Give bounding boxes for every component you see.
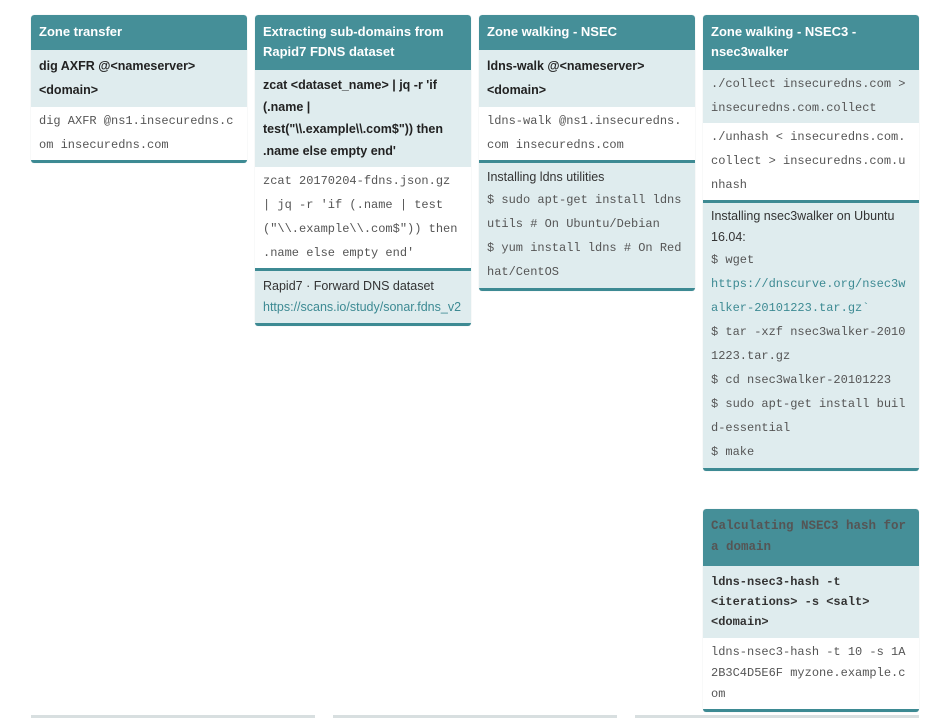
command-syntax: dig AXFR @<nameserver> <domain>: [31, 50, 247, 107]
install-section: Installing nsec3walker on Ubuntu 16.04: …: [703, 203, 919, 468]
command-syntax: zcat <dataset_name> | jq -r 'if (.name |…: [255, 70, 471, 167]
card-title: Zone transfer: [31, 15, 247, 50]
install-section: Installing ldns utilities $ sudo apt-get…: [479, 163, 695, 288]
cd-cmd: $ cd nsec3walker-20101223: [711, 373, 892, 387]
wget-cmd: $ wget: [711, 253, 755, 267]
source-section: Rapid7 · Forward DNS dataset https://sca…: [255, 271, 471, 323]
card-title: Zone walking - NSEC: [479, 15, 695, 50]
card-title: Zone walking - NSEC3 - nsec3walker: [703, 15, 919, 70]
source-link[interactable]: https://scans.io/study/sonar.fdns_v2: [263, 297, 463, 318]
command-syntax: ldns-walk @<nameserver> <domain>: [479, 50, 695, 107]
card-zone-walking-nsec3: Zone walking - NSEC3 - nsec3walker ./col…: [703, 15, 919, 471]
collect-command: ./collect insecuredns.com > insecuredns.…: [703, 70, 919, 123]
command-example: ldns-walk @ns1.insecuredns.com insecured…: [479, 107, 695, 160]
install-label: Installing nsec3walker on Ubuntu 16.04:: [711, 209, 895, 244]
card-title: Extracting sub-domains from Rapid7 FDNS …: [255, 15, 471, 70]
install-label: Installing ldns utilities: [487, 170, 605, 184]
command-syntax: ldns-nsec3-hash -t <iterations> -s <salt…: [703, 566, 919, 638]
install-debian-cmd: $ sudo apt-get install ldnsutils # On Ub…: [487, 193, 682, 231]
card-title: Calculating NSEC3 hash for a domain: [703, 509, 919, 566]
wget-url-link[interactable]: https://dnscurve.org/nsec3walker-2010122…: [711, 272, 911, 320]
source-label: Rapid7 · Forward DNS dataset: [263, 279, 434, 293]
apt-cmd: $ sudo apt-get install build-essential: [711, 397, 906, 435]
command-example: dig AXFR @ns1.insecuredns.com insecuredn…: [31, 107, 247, 160]
card-extract-subdomains: Extracting sub-domains from Rapid7 FDNS …: [255, 15, 471, 326]
command-example: ldns-nsec3-hash -t 10 -s 1A2B3C4D5E6F my…: [703, 638, 919, 709]
tar-cmd: $ tar -xzf nsec3walker-20101223.tar.gz: [711, 325, 906, 363]
card-zone-walking-nsec: Zone walking - NSEC ldns-walk @<nameserv…: [479, 15, 695, 291]
command-example: zcat 20170204-fdns.json.gz | jq -r 'if (…: [255, 167, 471, 268]
install-redhat-cmd: $ yum install ldns # On Redhat/CentOS: [487, 241, 682, 279]
card-zone-transfer: Zone transfer dig AXFR @<nameserver> <do…: [31, 15, 247, 163]
make-cmd: $ make: [711, 445, 755, 459]
unhash-command: ./unhash < insecuredns.com.collect > ins…: [703, 123, 919, 200]
card-nsec3-hash: Calculating NSEC3 hash for a domain ldns…: [703, 509, 919, 712]
